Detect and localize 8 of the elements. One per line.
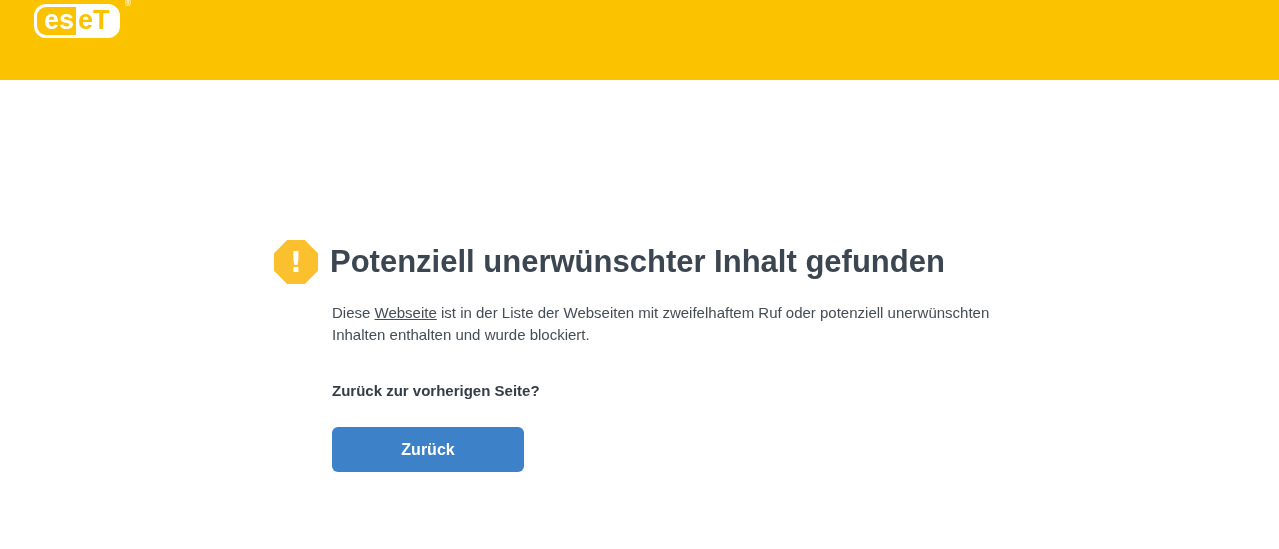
registered-mark: ® — [124, 0, 132, 8]
warning-icon: ! — [274, 240, 318, 284]
logo: es eT — [34, 4, 120, 38]
webpage-link[interactable]: Webseite — [374, 304, 437, 321]
question-text: Zurück zur vorherigen Seite? — [332, 382, 541, 399]
back-button[interactable]: Zurück — [332, 427, 524, 472]
message-text: Diese Webseite ist in der Liste der Webseiten mit zweifelhaftem Ruf oder potenziell unerwünschten Inhalten enthalten und wurde blockiert. — [332, 303, 991, 345]
page-heading: Potenziell unerwünschter Inhalt gefunden — [330, 244, 945, 280]
